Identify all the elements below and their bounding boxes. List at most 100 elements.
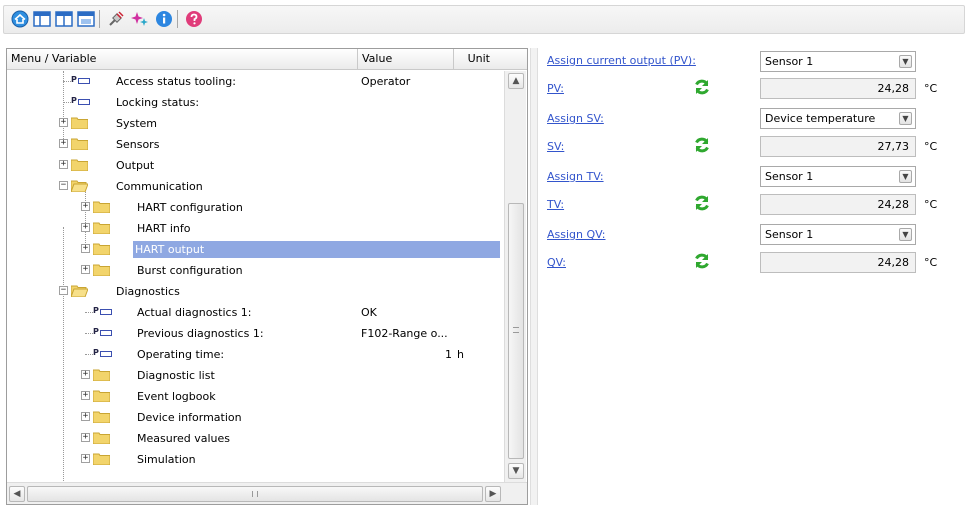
tree-row-device-information[interactable]: + Device information bbox=[7, 407, 504, 428]
scroll-up-icon[interactable]: ▲ bbox=[508, 73, 524, 89]
tree-row-hart-configuration[interactable]: + HART configuration bbox=[7, 197, 504, 218]
layout-tree-icon[interactable] bbox=[32, 9, 52, 29]
sv-unit: °C bbox=[924, 140, 938, 153]
toolbar bbox=[0, 0, 974, 44]
sv-value: 27,73 bbox=[877, 140, 910, 153]
folder-icon bbox=[93, 201, 110, 213]
tree-row-label: Locking status: bbox=[116, 96, 200, 109]
assign-tv-select[interactable]: Sensor 1 ▼ bbox=[760, 166, 916, 187]
tv-value: 24,28 bbox=[877, 198, 910, 211]
refresh-icon[interactable] bbox=[693, 194, 711, 212]
scroll-down-icon[interactable]: ▼ bbox=[508, 463, 524, 479]
assign-qv-selected: Sensor 1 bbox=[765, 228, 814, 241]
grip-icon bbox=[252, 491, 258, 497]
panel-splitter[interactable] bbox=[530, 48, 538, 505]
column-header-unit[interactable]: Unit bbox=[454, 49, 494, 69]
tree-row-operating-time[interactable]: P Operating time: 1 h bbox=[7, 344, 504, 365]
folder-icon bbox=[93, 411, 110, 423]
qv-link[interactable]: QV: bbox=[547, 256, 566, 269]
tree-row-locking-status[interactable]: P Locking status: bbox=[7, 92, 504, 113]
chevron-down-icon[interactable]: ▼ bbox=[899, 228, 912, 241]
parameter-icon: P bbox=[91, 305, 113, 318]
tree-row-output[interactable]: + Output bbox=[7, 155, 504, 176]
collapse-minus-icon[interactable]: − bbox=[59, 286, 68, 295]
expand-plus-icon[interactable]: + bbox=[81, 412, 90, 421]
refresh-icon[interactable] bbox=[693, 136, 711, 154]
tree-row-label: Event logbook bbox=[137, 390, 216, 403]
assign-pv-select[interactable]: Sensor 1 ▼ bbox=[760, 51, 916, 72]
tree-row-value: F102-Range o... bbox=[361, 327, 448, 340]
tree-row-diagnostics[interactable]: − Diagnostics bbox=[7, 281, 504, 302]
tv-link[interactable]: TV: bbox=[547, 198, 564, 211]
vertical-scroll-thumb[interactable] bbox=[508, 203, 524, 459]
assign-pv-link[interactable]: Assign current output (PV): bbox=[547, 54, 696, 67]
sv-value-field: 27,73 bbox=[760, 136, 916, 157]
tree-row-hart-output[interactable]: + HART output bbox=[7, 239, 504, 260]
expand-plus-icon[interactable]: + bbox=[81, 202, 90, 211]
expand-plus-icon[interactable]: + bbox=[59, 118, 68, 127]
expand-plus-icon[interactable]: + bbox=[59, 139, 68, 148]
sv-link[interactable]: SV: bbox=[547, 140, 564, 153]
expand-plus-icon[interactable]: + bbox=[59, 160, 68, 169]
help-icon[interactable] bbox=[184, 9, 204, 29]
horizontal-scrollbar[interactable]: ◀ ▶ bbox=[7, 482, 527, 504]
tree-row-system[interactable]: + System bbox=[7, 113, 504, 134]
chevron-down-icon[interactable]: ▼ bbox=[899, 55, 912, 68]
horizontal-scroll-thumb[interactable] bbox=[27, 486, 483, 502]
pv-value-field: 24,28 bbox=[760, 78, 916, 99]
pv-link[interactable]: PV: bbox=[547, 82, 564, 95]
assign-sv-link[interactable]: Assign SV: bbox=[547, 112, 604, 125]
expand-plus-icon[interactable]: + bbox=[81, 265, 90, 274]
expand-plus-icon[interactable]: + bbox=[81, 454, 90, 463]
folder-icon bbox=[93, 432, 110, 444]
home-icon[interactable] bbox=[10, 9, 30, 29]
vertical-scrollbar[interactable]: ▲ ▼ bbox=[504, 71, 526, 482]
expand-plus-icon[interactable]: + bbox=[81, 223, 90, 232]
tree-row-burst-configuration[interactable]: + Burst configuration bbox=[7, 260, 504, 281]
assign-qv-select[interactable]: Sensor 1 ▼ bbox=[760, 224, 916, 245]
refresh-icon[interactable] bbox=[693, 252, 711, 270]
info-icon[interactable] bbox=[154, 9, 174, 29]
tree-row-previous-diagnostics[interactable]: P Previous diagnostics 1: F102-Range o..… bbox=[7, 323, 504, 344]
column-header-value[interactable]: Value bbox=[358, 49, 453, 69]
tree-row-event-logbook[interactable]: + Event logbook bbox=[7, 386, 504, 407]
tree-header: Menu / Variable Value Unit bbox=[7, 49, 527, 70]
expand-plus-icon[interactable]: + bbox=[81, 391, 90, 400]
assign-qv-link[interactable]: Assign QV: bbox=[547, 228, 606, 241]
tree-row-simulation[interactable]: + Simulation bbox=[7, 449, 504, 470]
tree-row-label: Operating time: bbox=[137, 348, 225, 361]
tree-row-measured-values[interactable]: + Measured values bbox=[7, 428, 504, 449]
tree-row-sensors[interactable]: + Sensors bbox=[7, 134, 504, 155]
assign-sv-select[interactable]: Device temperature ▼ bbox=[760, 108, 916, 129]
column-header-menu[interactable]: Menu / Variable bbox=[7, 49, 357, 69]
tree-row-label: Diagnostic list bbox=[137, 369, 215, 382]
expand-plus-icon[interactable]: + bbox=[81, 433, 90, 442]
hart-output-panel: Assign current output (PV): Sensor 1 ▼ P… bbox=[540, 48, 974, 508]
assign-tv-link[interactable]: Assign TV: bbox=[547, 170, 604, 183]
tree-row-hart-info[interactable]: + HART info bbox=[7, 218, 504, 239]
folder-icon bbox=[93, 453, 110, 465]
layout-split-icon[interactable] bbox=[54, 9, 74, 29]
expand-plus-icon[interactable]: + bbox=[81, 370, 90, 379]
tree-row-diagnostic-list[interactable]: + Diagnostic list bbox=[7, 365, 504, 386]
tree-row-value: Operator bbox=[361, 75, 411, 88]
expand-plus-icon[interactable]: + bbox=[81, 244, 90, 253]
tree-row-communication[interactable]: − Communication bbox=[7, 176, 504, 197]
qv-value: 24,28 bbox=[877, 256, 910, 269]
scroll-left-icon[interactable]: ◀ bbox=[9, 486, 25, 502]
chevron-down-icon[interactable]: ▼ bbox=[899, 112, 912, 125]
chevron-down-icon[interactable]: ▼ bbox=[899, 170, 912, 183]
collapse-minus-icon[interactable]: − bbox=[59, 181, 68, 190]
qv-unit: °C bbox=[924, 256, 938, 269]
folder-open-icon bbox=[71, 180, 88, 192]
scroll-right-icon[interactable]: ▶ bbox=[485, 486, 501, 502]
layout-window-icon[interactable] bbox=[76, 9, 96, 29]
tree-row-access-status[interactable]: P Access status tooling: Operator bbox=[7, 71, 504, 92]
tree-row-actual-diagnostics[interactable]: P Actual diagnostics 1: OK bbox=[7, 302, 504, 323]
qv-value-field: 24,28 bbox=[760, 252, 916, 273]
folder-icon bbox=[93, 264, 110, 276]
sparkle-wizard-icon[interactable] bbox=[130, 9, 150, 29]
refresh-icon[interactable] bbox=[693, 78, 711, 96]
tree-row-value: 1 bbox=[445, 348, 452, 361]
connect-plug-icon[interactable] bbox=[106, 9, 126, 29]
